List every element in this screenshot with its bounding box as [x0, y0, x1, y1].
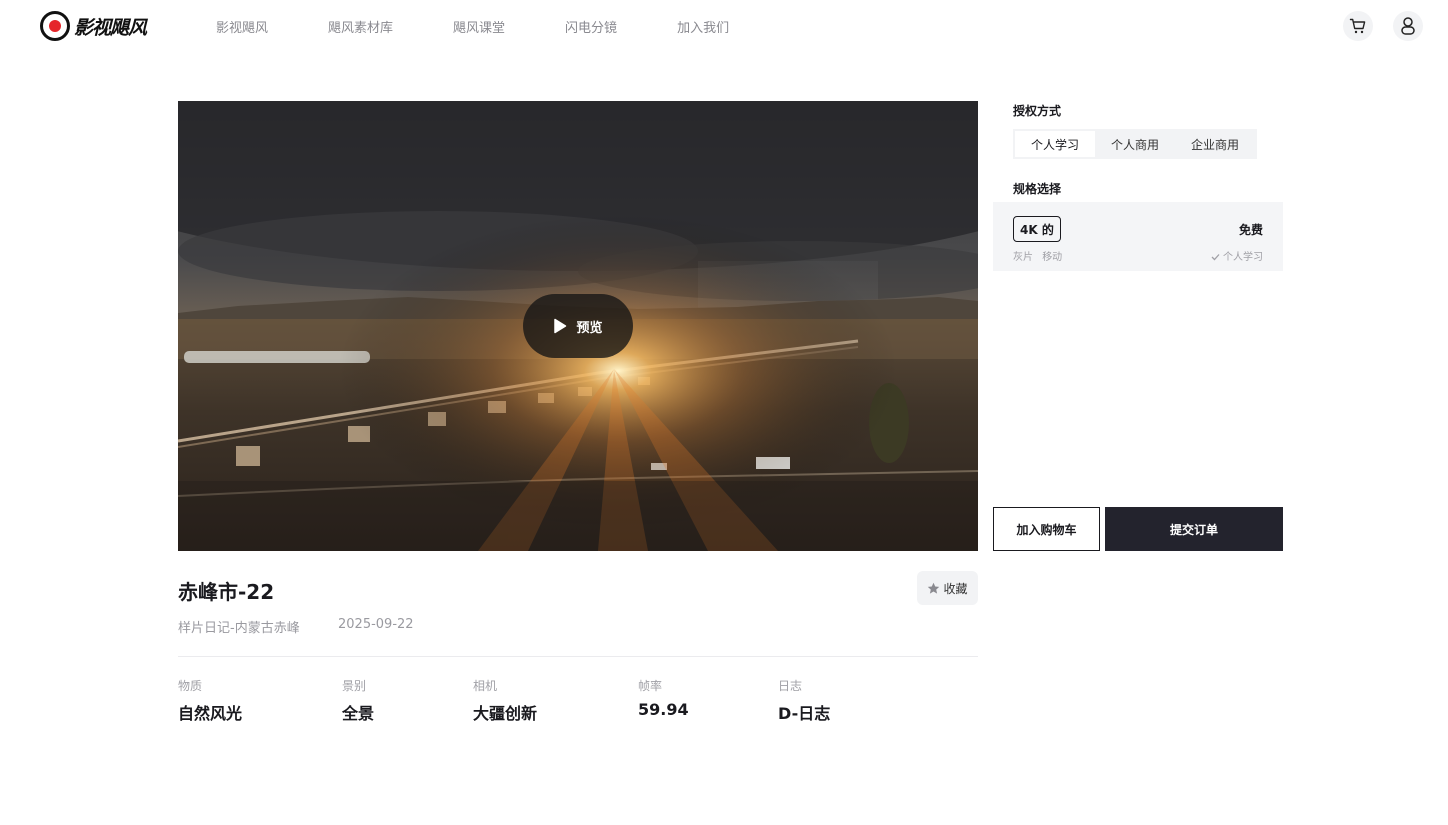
nav-item-storyboard[interactable]: 闪电分镜	[565, 17, 617, 36]
video-player[interactable]: 预览	[178, 101, 978, 551]
spec-tag: 移动	[1042, 252, 1063, 263]
attr-value: D-日志	[778, 704, 831, 723]
spec-section-title: 规格选择	[1013, 182, 1062, 196]
attr-label: 物质	[178, 679, 203, 693]
preview-label: 预览	[576, 320, 603, 336]
attr-value: 全景	[342, 704, 375, 723]
attr-value: 大疆创新	[473, 704, 538, 723]
clip-title: 赤峰市-22	[178, 580, 275, 604]
clip-series[interactable]: 样片日记-内蒙古赤峰	[178, 617, 300, 636]
logo-text: 影视飓风	[74, 16, 147, 39]
attr-label: 帧率	[638, 679, 663, 693]
top-header: 影视飓风 影视飓风 飓风素材库 飓风课堂 闪电分镜 加入我们	[0, 0, 1448, 52]
clip-date: 2025-09-22	[338, 617, 414, 632]
play-icon	[554, 318, 567, 334]
attr-frame-rate: 帧率 59.94	[638, 677, 689, 719]
cart-icon	[1349, 18, 1366, 34]
spec-tags: 灰片 移动	[1013, 248, 1062, 263]
attr-camera: 相机 大疆创新	[473, 677, 537, 724]
main-nav: 影视飓风 飓风素材库 飓风课堂 闪电分镜 加入我们	[216, 17, 729, 36]
divider	[178, 656, 978, 657]
brand-logo[interactable]: 影视飓风	[40, 10, 147, 42]
submit-order-button[interactable]: 提交订单	[1105, 507, 1283, 551]
attr-log: 日志 D-日志	[778, 677, 830, 724]
nav-item-asset-library[interactable]: 飓风素材库	[328, 17, 393, 36]
spec-option-card[interactable]: 4K 的 灰片 移动 免费 个人学习	[993, 202, 1283, 271]
nav-item-join-us[interactable]: 加入我们	[677, 17, 729, 36]
user-icon	[1401, 17, 1415, 35]
logo-mark-icon	[40, 11, 70, 41]
star-icon	[928, 582, 940, 594]
license-option-personal-study[interactable]: 个人学习	[1015, 131, 1095, 157]
nav-item-classroom[interactable]: 飓风课堂	[453, 17, 505, 36]
attr-value: 自然风光	[178, 704, 243, 723]
nav-item-studio[interactable]: 影视飓风	[216, 17, 268, 36]
license-option-enterprise-commercial[interactable]: 企业商用	[1175, 131, 1255, 157]
license-selector: 个人学习 个人商用 企业商用	[1013, 129, 1257, 159]
spec-license-check: 个人学习	[1211, 248, 1263, 263]
attr-value: 59.94	[638, 700, 689, 719]
spec-price: 免费	[1238, 223, 1263, 237]
spec-check-label: 个人学习	[1223, 252, 1263, 263]
attr-shot-size: 景别 全景	[342, 677, 374, 724]
cart-button[interactable]	[1343, 11, 1373, 41]
add-to-cart-button[interactable]: 加入购物车	[993, 507, 1100, 551]
attr-subject: 物质 自然风光	[178, 677, 242, 724]
spec-tag: 灰片	[1013, 252, 1033, 263]
attr-label: 相机	[473, 679, 498, 693]
favorite-button[interactable]: 收藏	[917, 571, 978, 605]
user-button[interactable]	[1393, 11, 1423, 41]
license-section-title: 授权方式	[1013, 104, 1062, 118]
preview-button[interactable]: 预览	[523, 294, 633, 358]
license-option-personal-commercial[interactable]: 个人商用	[1095, 131, 1175, 157]
resolution-badge: 4K 的	[1013, 216, 1061, 242]
check-icon	[1211, 254, 1220, 261]
favorite-label: 收藏	[943, 581, 968, 596]
attr-label: 景别	[342, 679, 367, 693]
attr-label: 日志	[778, 679, 803, 693]
